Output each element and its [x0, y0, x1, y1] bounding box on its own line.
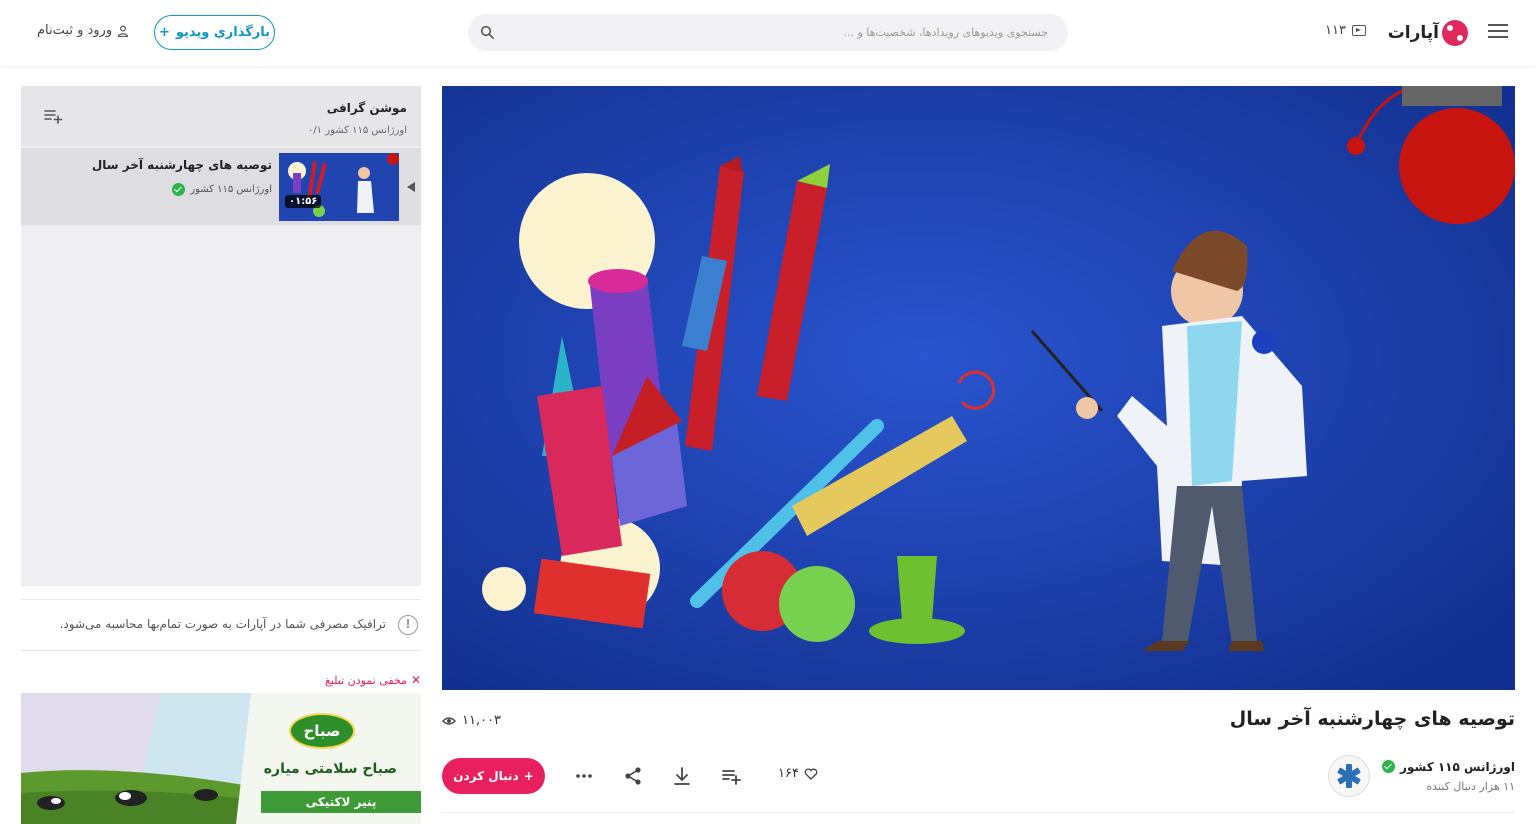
playlist-header: موشن گرافی اورژانس ۱۱۵ کشور ۰/۱: [21, 86, 421, 146]
aparat-logo[interactable]: آپارات: [1388, 18, 1468, 48]
playlist-item-channel[interactable]: اورژانس ۱۱۵ کشور: [172, 183, 272, 196]
live-count-value: ۱۱۳: [1325, 23, 1346, 38]
plus-icon: +: [158, 25, 170, 40]
follow-button[interactable]: + دنبال کردن: [442, 758, 545, 794]
live-count-link[interactable]: ۱۱۳: [1325, 23, 1366, 38]
like-count: ۱۶۴: [778, 766, 799, 781]
verified-icon: [1382, 760, 1396, 773]
plus-icon: +: [523, 769, 534, 783]
playlist-item-title[interactable]: توصیه های چهارشنبه آخر سال: [92, 158, 272, 172]
channel-followers: ۱۱ هزار دنبال کننده: [1426, 779, 1515, 793]
close-icon: ✕: [410, 673, 421, 687]
more-icon[interactable]: [573, 765, 595, 787]
ad-product-label: پنیر لاکتیکی: [261, 791, 421, 813]
playlist-title[interactable]: موشن گرافی: [327, 101, 407, 115]
video-title: توصیه های چهارشنبه آخر سال: [1229, 708, 1515, 730]
video-frame: [442, 86, 1515, 690]
add-to-playlist-icon[interactable]: [720, 765, 742, 787]
channel-info[interactable]: اورژانس ۱۱۵ کشور ۱۱ هزار دنبال کننده: [1328, 755, 1515, 797]
search-input[interactable]: [504, 14, 1056, 51]
save-playlist-icon[interactable]: [43, 108, 63, 124]
menu-icon[interactable]: [1488, 24, 1508, 40]
view-count-value: ۱۱,۰۰۳: [462, 713, 502, 728]
search-icon[interactable]: [480, 25, 494, 39]
like-button[interactable]: ۱۶۴: [778, 766, 818, 781]
download-icon[interactable]: [671, 765, 693, 787]
heart-icon: [804, 767, 818, 780]
share-icon[interactable]: [622, 765, 644, 787]
ad-brand-logo: صباح: [289, 713, 355, 749]
channel-text: اورژانس ۱۱۵ کشور ۱۱ هزار دنبال کننده: [1382, 760, 1515, 793]
playlist-item[interactable]: ۰۱:۵۶ توصیه های چهارشنبه آخر سال اورژانس…: [21, 148, 421, 225]
thumbnail-image: [279, 153, 399, 221]
channel-name[interactable]: اورژانس ۱۱۵ کشور: [1400, 760, 1515, 774]
hide-ad-button[interactable]: ✕ مخفی نمودن تبلیغ: [325, 673, 421, 687]
live-tv-icon: [1352, 25, 1366, 36]
channel-name-row[interactable]: اورژانس ۱۱۵ کشور: [1382, 760, 1515, 774]
traffic-notice: ! ترافیک مصرفی شما در آپارات به صورت تما…: [21, 599, 421, 651]
info-icon: !: [398, 615, 418, 635]
eye-icon: [442, 716, 456, 725]
playlist-subtitle: اورژانس ۱۱۵ کشور ۰/۱: [307, 125, 407, 136]
login-button[interactable]: ورود و ثبت‌نام: [37, 23, 129, 38]
top-header: آپارات ۱۱۳ + بارگذاری ویدیو ورود و ثبت‌ن…: [0, 0, 1536, 66]
upload-video-label: بارگذاری ویدیو: [175, 25, 271, 40]
playlist-item-thumbnail[interactable]: ۰۱:۵۶: [279, 153, 399, 221]
view-count: ۱۱,۰۰۳: [442, 713, 501, 728]
upload-video-button[interactable]: + بارگذاری ویدیو: [154, 15, 275, 50]
divider: [442, 812, 1515, 813]
logo-text: آپارات: [1387, 23, 1439, 43]
ad-banner[interactable]: صباح صباح سلامتی میاره پنیر لاکتیکی: [21, 693, 421, 824]
playlist-item-channel-name: اورژانس ۱۱۵ کشور: [190, 184, 272, 195]
search-bar: [468, 14, 1068, 51]
video-duration: ۰۱:۵۶: [285, 195, 322, 208]
login-label: ورود و ثبت‌نام: [37, 23, 113, 38]
verified-icon: [172, 183, 186, 196]
playlist-panel: موشن گرافی اورژانس ۱۱۵ کشور ۰/۱ ۰۱:۵۶ تو…: [21, 86, 421, 586]
now-playing-icon: [407, 182, 415, 192]
video-player[interactable]: [442, 86, 1515, 690]
follow-label: دنبال کردن: [453, 769, 519, 783]
user-icon: [118, 24, 129, 37]
traffic-notice-text: ترافیک مصرفی شما در آپارات به صورت تمام‌…: [59, 617, 386, 631]
channel-avatar[interactable]: [1328, 755, 1371, 797]
logo-mark-icon: [1442, 20, 1468, 46]
ad-slogan: صباح سلامتی میاره: [263, 761, 397, 777]
star-of-life-icon: [1337, 764, 1361, 788]
hide-ad-label: مخفی نمودن تبلیغ: [324, 673, 407, 687]
